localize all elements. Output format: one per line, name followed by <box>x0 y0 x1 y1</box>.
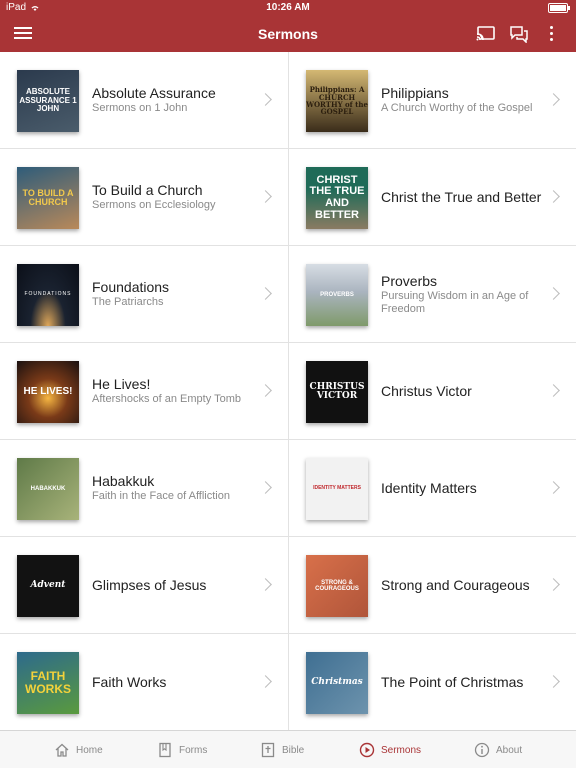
sermon-subtitle: Faith in the Face of Affliction <box>92 490 230 502</box>
tab-label: Sermons <box>381 744 422 756</box>
sermon-subtitle: Pursuing Wisdom in an Age of Freedom <box>381 289 529 315</box>
tab-about[interactable]: About <box>474 741 522 759</box>
tab-bible[interactable]: Bible <box>260 741 304 759</box>
tab-label: Bible <box>282 744 305 756</box>
sermon-item[interactable]: IDENTITY MATTERS Identity Matters <box>288 440 576 537</box>
sermon-subtitle: The Patriarchs <box>92 296 164 308</box>
sermon-title: Identity Matters <box>381 479 477 496</box>
chevron-right-icon <box>547 578 560 591</box>
sermon-title: The Point of Christmas <box>381 674 524 690</box>
sermon-item[interactable]: Philippians: A CHURCH WORTHY of the GOSP… <box>288 52 576 149</box>
sermon-artwork: FOUNDATIONS <box>17 264 79 326</box>
chevron-right-icon <box>259 578 272 591</box>
chevron-right-icon <box>259 481 272 494</box>
sermon-title: Strong and Courageous <box>381 576 530 593</box>
sermon-subtitle: Sermons on 1 John <box>92 102 188 114</box>
status-time: 10:26 AM <box>266 2 310 13</box>
tab-label: Home <box>76 744 103 756</box>
sermon-artwork: ABSOLUTE ASSURANCE 1 JOHN <box>17 70 79 132</box>
chevron-right-icon <box>259 93 272 106</box>
sermon-grid: ABSOLUTE ASSURANCE 1 JOHN Absolute Assur… <box>0 52 576 731</box>
sermon-title: Philippians <box>381 85 449 101</box>
forms-icon <box>159 742 171 758</box>
chevron-right-icon <box>259 384 272 397</box>
tab-label: Forms <box>179 744 208 756</box>
home-icon <box>55 743 69 757</box>
sermon-item[interactable]: STRONG & COURAGEOUS Strong and Courageou… <box>288 537 576 634</box>
chat-icon[interactable] <box>509 25 529 44</box>
sermon-subtitle: Aftershocks of an Empty Tomb <box>92 393 241 405</box>
chevron-right-icon <box>547 384 560 397</box>
sermon-artwork: CHRISTUS VICTOR <box>306 361 368 423</box>
sermon-title: Faith Works <box>92 674 167 690</box>
sermon-artwork: Advent <box>17 555 79 617</box>
sermon-subtitle: Sermons on Ecclesiology <box>92 199 216 211</box>
sermon-artwork: TO BUILD A CHURCH <box>17 167 79 229</box>
app-header: Sermons <box>0 16 576 52</box>
sermon-item[interactable]: FOUNDATIONS Foundations The Patriarchs <box>0 246 288 343</box>
tab-forms[interactable]: Forms <box>157 741 207 759</box>
sermon-title: Christ the True and Better <box>381 188 542 205</box>
sermon-item[interactable]: PROVERBS Proverbs Pursuing Wisdom in an A… <box>288 246 576 343</box>
tab-bar: Home Forms Bible Sermons About <box>0 730 576 768</box>
sermon-item[interactable]: Christmas The Point of Christmas <box>288 634 576 731</box>
chevron-right-icon <box>547 93 560 106</box>
chevron-right-icon <box>547 287 560 300</box>
sermon-artwork: FAITH WORKS <box>17 652 79 714</box>
chevron-right-icon <box>259 287 272 300</box>
sermon-artwork: Christmas <box>306 652 368 714</box>
cast-icon[interactable] <box>476 25 496 43</box>
sermon-artwork: HABAKKUK <box>17 458 79 520</box>
play-circle-icon <box>359 742 375 758</box>
sermon-item[interactable]: TO BUILD A CHURCH To Build a Church Sermo… <box>0 149 288 246</box>
tab-sermons[interactable]: Sermons <box>359 741 421 759</box>
bible-icon <box>261 742 275 758</box>
sermon-title: Proverbs <box>381 272 438 289</box>
sermon-title: Absolute Assurance <box>92 85 216 101</box>
status-bar: iPad 10:26 AM <box>0 0 576 16</box>
sermon-artwork: CHRIST THE TRUE AND BETTER <box>306 167 368 229</box>
sermon-item[interactable]: CHRISTUS VICTOR Christus Victor <box>288 343 576 440</box>
chevron-right-icon <box>547 481 560 494</box>
sermon-title: Foundations <box>92 279 170 295</box>
info-icon <box>474 742 490 758</box>
tab-label: About <box>496 744 523 756</box>
sermon-artwork: HE LIVES! <box>17 361 79 423</box>
battery-icon <box>548 3 570 13</box>
sermon-artwork: Philippians: A CHURCH WORTHY of the GOSP… <box>306 70 368 132</box>
sermon-artwork: IDENTITY MATTERS <box>306 458 368 520</box>
sermon-item[interactable]: HABAKKUK Habakkuk Faith in the Face of Af… <box>0 440 288 537</box>
sermon-item[interactable]: Advent Glimpses of Jesus <box>0 537 288 634</box>
sermon-item[interactable]: FAITH WORKS Faith Works <box>0 634 288 731</box>
sermon-title: He Lives! <box>92 376 151 392</box>
sermon-title: Christus Victor <box>381 382 472 399</box>
tab-home[interactable]: Home <box>54 741 103 759</box>
sermon-artwork: STRONG & COURAGEOUS <box>306 555 368 617</box>
sermon-item[interactable]: CHRIST THE TRUE AND BETTER Christ the Tr… <box>288 149 576 246</box>
sermon-subtitle: A Church Worthy of the Gospel <box>381 102 533 114</box>
chevron-right-icon <box>547 675 560 688</box>
sermon-title: Glimpses of Jesus <box>92 576 207 593</box>
sermon-title: Habakkuk <box>92 473 155 489</box>
more-options-icon[interactable] <box>544 25 558 43</box>
sermon-item[interactable]: ABSOLUTE ASSURANCE 1 JOHN Absolute Assur… <box>0 52 288 149</box>
sermon-artwork: PROVERBS <box>306 264 368 326</box>
chevron-right-icon <box>259 190 272 203</box>
sermon-title: To Build a Church <box>92 182 203 198</box>
chevron-right-icon <box>259 675 272 688</box>
sermon-item[interactable]: HE LIVES! He Lives! Aftershocks of an Emp… <box>0 343 288 440</box>
chevron-right-icon <box>547 190 560 203</box>
